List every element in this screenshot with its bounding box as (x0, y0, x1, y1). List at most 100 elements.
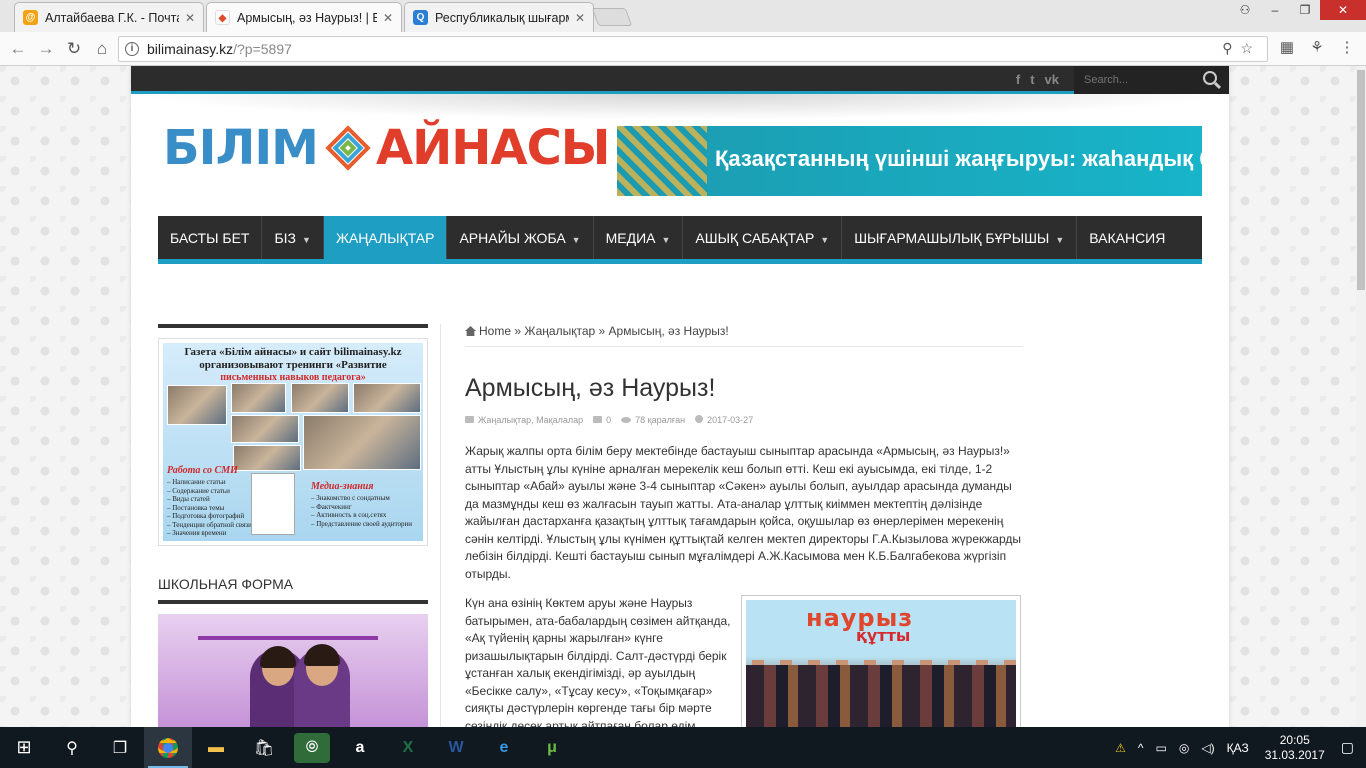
menu-item-lessons[interactable]: АШЫҚ САБАҚТАР ▼ (683, 216, 843, 259)
ad-heading: Газета «Білім айнасы» и сайт bilimainasy… (184, 346, 402, 371)
close-icon[interactable]: ✕ (383, 11, 393, 25)
girl-hair (304, 644, 340, 666)
tab-title: Алтайбаева Г.К. - Почта (45, 10, 179, 25)
language-indicator[interactable]: ҚАЗ (1227, 741, 1249, 755)
search-icon[interactable]: ⚲ (48, 727, 96, 768)
edge-icon[interactable]: e (480, 727, 528, 768)
breadcrumb: Home » Жаңалықтар » Армысың, әз Наурыз! (465, 324, 1023, 347)
profile-icon[interactable]: ⚇ (1230, 0, 1260, 20)
close-window-button[interactable]: ✕ (1320, 0, 1366, 20)
training-ad-image[interactable]: Газета «Білім айнасы» и сайт bilimainasy… (163, 343, 423, 541)
menu-item-home[interactable]: БАСТЫ БЕТ (158, 216, 263, 259)
browser-tab-mail[interactable]: @ Алтайбаева Г.К. - Почта ✕ (14, 2, 204, 32)
windows-start-icon[interactable]: ⊞ (0, 727, 48, 768)
menu-item-vacancy[interactable]: ВАКАНСИЯ (1077, 216, 1177, 259)
back-button[interactable]: ← (4, 39, 32, 59)
nauryz-photo: наурыз құтты (746, 600, 1016, 727)
ad-subheading: письменных навыков педагога» (220, 372, 366, 383)
menu-label: ШЫҒАРМАШЫЛЫҚ БҰРЫШЫ (854, 230, 1050, 246)
site-logo[interactable]: БІЛІМ АЙНАСЫ (163, 120, 611, 176)
chrome-icon[interactable] (144, 727, 192, 768)
certificate-image (251, 473, 295, 535)
breadcrumb-category[interactable]: Жаңалықтар (524, 324, 595, 338)
menu-label: БІЗ (274, 230, 297, 246)
caret-down-icon: ▼ (820, 235, 830, 245)
warning-icon[interactable]: ⚠ (1115, 741, 1126, 755)
ornament-pattern (617, 126, 707, 196)
amazon-icon[interactable]: a (336, 727, 384, 768)
article-photo[interactable]: наурыз құтты (741, 595, 1021, 727)
word-icon[interactable]: W (432, 727, 480, 768)
meta-categories-text: Жаңалықтар, Мақалалар (478, 415, 584, 425)
scrollbar-thumb[interactable] (1357, 70, 1365, 290)
utorrent-icon[interactable]: μ (528, 727, 576, 768)
school-uniform-ad-image[interactable] (158, 614, 428, 727)
reload-button[interactable]: ↻ (60, 39, 88, 59)
web-page: f t vk БІЛІМ АЙНАСЫ Қазақстанның үшінші … (0, 66, 1356, 727)
search-input[interactable] (1074, 66, 1194, 94)
extension-icon[interactable]: ▦ (1276, 37, 1298, 59)
ad-frame[interactable]: Газета «Білім айнасы» и сайт bilimainasy… (158, 338, 428, 546)
task-view-icon[interactable]: ❐ (96, 727, 144, 768)
meta-date: 2017-03-27 (695, 415, 753, 425)
uniform-ad-frame[interactable] (158, 614, 428, 727)
menu-item-special[interactable]: АРНАЙЫ ЖОБА ▼ (447, 216, 594, 259)
comment-icon (593, 416, 603, 423)
clock[interactable]: 20:05 31.03.2017 (1265, 733, 1325, 763)
wifi-icon[interactable]: ◎ (1179, 741, 1189, 755)
minimize-button[interactable]: – (1260, 0, 1290, 20)
forward-button[interactable]: → (32, 39, 60, 59)
home-button[interactable]: ⌂ (88, 39, 116, 59)
chevron-up-icon[interactable]: ^ (1138, 741, 1144, 755)
meta-comments-text: 0 (606, 415, 612, 425)
file-explorer-icon[interactable]: ▬ (192, 727, 240, 768)
main-menu: БАСТЫ БЕТ БІЗ ▼ ЖАҢАЛЫҚТАР АРНАЙЫ ЖОБА ▼ М… (158, 216, 1202, 264)
browser-toolbar: ← → ↻ ⌂ i bilimainasy.kz/?p=5897 ⚲☆ ▦ ⚘ … (0, 32, 1366, 66)
logo-mark-icon (324, 124, 372, 172)
page-scrollbar[interactable] (1356, 66, 1366, 727)
extension-icon-2[interactable]: ⚘ (1306, 37, 1328, 59)
close-icon[interactable]: ✕ (185, 11, 195, 25)
ad-photo (303, 415, 421, 470)
browser-tab-republic[interactable]: Q Республикалық шығарм ✕ (404, 2, 594, 32)
menu-label: ВАКАНСИЯ (1089, 230, 1166, 246)
info-icon[interactable]: i (125, 42, 139, 56)
address-bar[interactable]: i bilimainasy.kz/?p=5897 ⚲☆ (118, 36, 1268, 62)
close-icon[interactable]: ✕ (575, 11, 585, 25)
menu-icon[interactable]: ⋮ (1336, 37, 1358, 59)
url-path: /?p=5897 (233, 41, 292, 57)
meta-categories[interactable]: Жаңалықтар, Мақалалар (465, 415, 583, 425)
vk-icon[interactable]: vk (1045, 72, 1059, 87)
header-banner[interactable]: Қазақстанның үшінші жаңғыруы: жаһандық б… (617, 126, 1202, 196)
excel-icon[interactable]: X (384, 727, 432, 768)
browser-tab-article[interactable]: ◆ Армысың, әз Наурыз! | Б ✕ (206, 2, 402, 32)
battery-icon[interactable]: ▭ (1156, 741, 1167, 755)
maximize-button[interactable]: ❐ (1290, 0, 1320, 20)
new-tab-button[interactable] (591, 8, 633, 26)
twitter-icon[interactable]: t (1030, 72, 1034, 87)
notifications-icon[interactable]: ▢ (1341, 739, 1354, 756)
menu-item-creative[interactable]: ШЫҒАРМАШЫЛЫҚ БҰРЫШЫ ▼ (842, 216, 1078, 259)
ad-label-right: Медиа-знания (311, 481, 374, 492)
store-icon[interactable]: 🛍 (240, 727, 288, 768)
search-icon[interactable] (1203, 71, 1217, 85)
zoom-and-bookmark-icons[interactable]: ⚲☆ (1222, 40, 1261, 57)
logo-text-right: АЙНАСЫ (375, 120, 611, 176)
facebook-icon[interactable]: f (1016, 72, 1020, 87)
mail-favicon-icon: @ (23, 10, 38, 25)
menu-item-media[interactable]: МЕДИА ▼ (594, 216, 684, 259)
menu-item-about[interactable]: БІЗ ▼ (262, 216, 324, 259)
url-host: bilimainasy.kz (147, 41, 234, 57)
menu-label: АШЫҚ САБАҚТАР (695, 230, 815, 246)
menu-label: МЕДИА (605, 230, 656, 246)
browser-tabbar: @ Алтайбаева Г.К. - Почта ✕ ◆ Армысың, ә… (0, 0, 1366, 32)
photo-banner-word: құтты (856, 626, 911, 645)
breadcrumb-home[interactable]: Home (479, 324, 511, 338)
ad-photo (291, 383, 349, 413)
tripadvisor-icon[interactable]: ⦾ (294, 732, 330, 763)
meta-views: 78 қаралған (621, 415, 685, 425)
clock-icon (695, 415, 704, 423)
menu-item-news[interactable]: ЖАҢАЛЫҚТАР (323, 216, 448, 259)
volume-icon[interactable]: ◁) (1201, 741, 1214, 755)
meta-comments[interactable]: 0 (593, 415, 611, 425)
